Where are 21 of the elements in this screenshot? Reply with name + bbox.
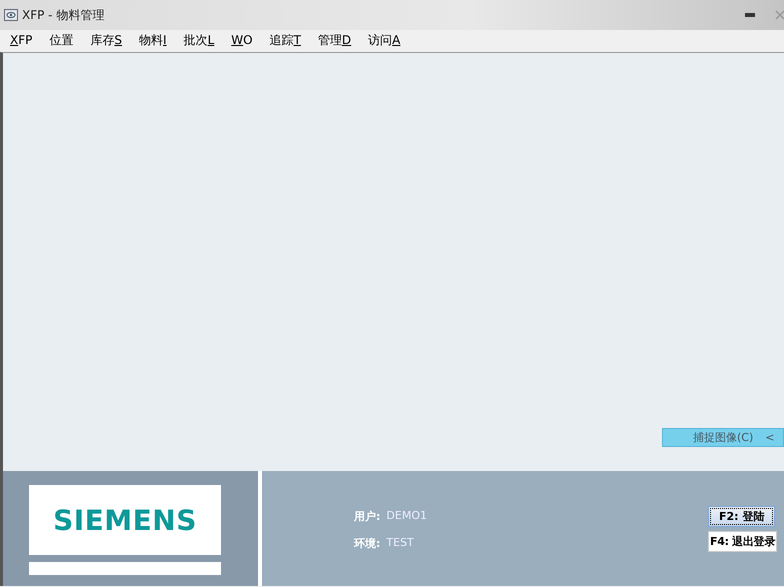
company-logo: SIEMENS	[29, 485, 221, 555]
logout-button[interactable]: F4: 退出登录	[708, 531, 777, 552]
capture-image-button[interactable]: 捕捉图像(C) <	[662, 428, 784, 447]
menu-item[interactable]: XFP	[4, 33, 38, 47]
menu-item[interactable]: 物料I	[133, 32, 173, 48]
login-button[interactable]: F2: 登陆	[708, 506, 776, 527]
info-value: DEMO1	[386, 509, 427, 524]
menu-item[interactable]: 库存S	[84, 32, 128, 48]
info-label: 环境:	[354, 536, 380, 551]
app-icon	[4, 9, 18, 21]
close-icon[interactable]	[775, 10, 784, 20]
menu-item[interactable]: 管理D	[312, 32, 358, 48]
menu-item[interactable]: 访问A	[362, 32, 406, 48]
menu-item[interactable]: 追踪T	[264, 32, 307, 48]
info-label: 用户:	[354, 509, 380, 524]
window-title: XFP - 物料管理	[22, 6, 104, 24]
info-value: TEST	[386, 536, 414, 551]
menu-item[interactable]: 位置	[43, 32, 80, 48]
menu-item[interactable]: WO	[225, 33, 259, 47]
minimize-icon[interactable]	[745, 13, 755, 17]
menu-item[interactable]: 批次L	[178, 32, 220, 48]
